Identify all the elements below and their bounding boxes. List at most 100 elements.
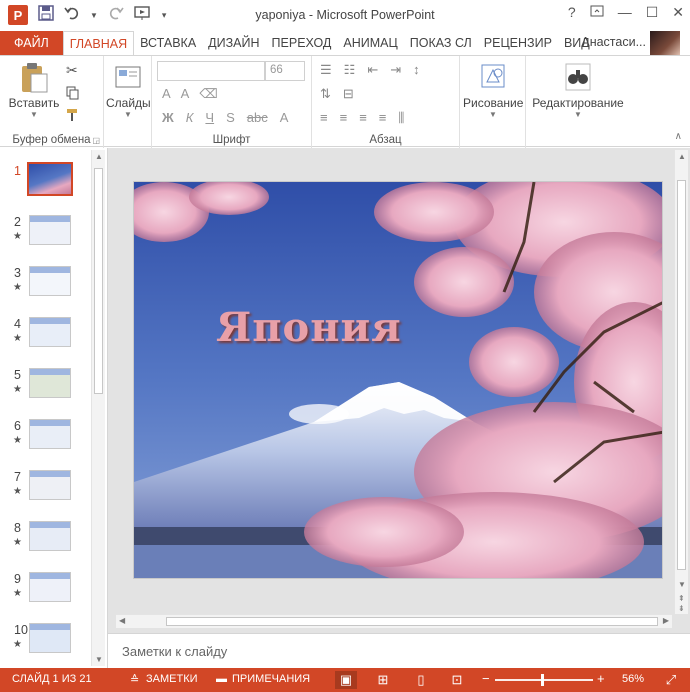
clear-formatting-icon[interactable]: ⌫ <box>199 86 217 102</box>
slide-thumbnail-image[interactable] <box>29 266 71 296</box>
italic-icon[interactable]: К <box>186 110 194 125</box>
maximize-button[interactable]: ☐ <box>646 4 659 21</box>
slide-thumbnail[interactable]: 1 <box>0 162 90 210</box>
slide-horizontal-scrollbar[interactable]: ◀ ▶ <box>116 614 672 628</box>
collapse-ribbon-icon[interactable]: ∧ <box>675 131 682 142</box>
scroll-down-icon[interactable]: ▼ <box>678 580 686 589</box>
fit-to-window-icon[interactable]: ⤢ <box>660 671 682 689</box>
zoom-slider[interactable] <box>495 679 593 681</box>
slide-thumbnail[interactable]: 3 ★ <box>0 266 90 312</box>
slide-thumbnail-image[interactable] <box>29 215 71 245</box>
increase-indent-icon[interactable]: ⇥ <box>390 62 401 78</box>
slide-thumbnail[interactable]: 6 ★ <box>0 419 90 465</box>
comments-icon[interactable]: ▬ <box>216 673 227 685</box>
cut-icon[interactable]: ✂ <box>66 62 78 79</box>
font-size-combo[interactable]: 66 <box>265 61 305 81</box>
slide-thumbnail[interactable]: 2 ★ <box>0 215 90 261</box>
slide-thumbnail[interactable]: 9 ★ <box>0 572 90 618</box>
slides-button[interactable]: Слайды ▼ <box>106 62 151 119</box>
align-center-icon[interactable]: ≡ <box>340 110 348 126</box>
drawing-button[interactable]: Рисование ▼ <box>463 62 523 119</box>
font-name-combo[interactable] <box>157 61 265 81</box>
normal-view-icon[interactable]: ▣ <box>335 671 357 689</box>
text-direction-icon[interactable]: ⇅ <box>320 86 331 102</box>
shadow-icon[interactable]: S <box>226 110 235 125</box>
bold-icon[interactable]: Ж <box>162 110 174 125</box>
paste-button[interactable]: Вставить ▼ <box>6 62 62 119</box>
slide-thumbnail-image[interactable] <box>29 317 71 347</box>
columns-icon[interactable]: ⫼ <box>398 110 404 126</box>
scrollbar-thumb[interactable] <box>94 168 103 394</box>
help-button[interactable]: ? <box>568 4 576 21</box>
slide-sorter-icon[interactable]: ⊞ <box>372 671 394 689</box>
slide-vertical-scrollbar[interactable]: ▲ ▼ ⇞ ⇟ <box>674 150 688 614</box>
scrollbar-thumb[interactable] <box>677 180 686 570</box>
ribbon-display-options-icon[interactable] <box>590 4 604 21</box>
scroll-left-icon[interactable]: ◀ <box>119 616 125 625</box>
close-button[interactable]: ✕ <box>672 4 684 21</box>
editing-button[interactable]: Редактирование ▼ <box>530 62 626 119</box>
tab-insert[interactable]: ВСТАВКА <box>134 31 202 55</box>
thumbnail-scrollbar[interactable]: ▲ ▼ <box>91 150 105 666</box>
notes-toggle-button[interactable]: ЗАМЕТКИ <box>146 673 198 685</box>
slide-thumbnail-image[interactable] <box>29 419 71 449</box>
scroll-down-icon[interactable]: ▼ <box>95 655 103 664</box>
strikethrough-icon[interactable]: abc <box>247 110 268 125</box>
scroll-up-icon[interactable]: ▲ <box>678 152 686 161</box>
line-spacing-icon[interactable]: ↕ <box>413 62 420 78</box>
numbering-icon[interactable]: ☷ <box>344 62 356 78</box>
decrease-indent-icon[interactable]: ⇤ <box>367 62 378 78</box>
tab-slideshow[interactable]: ПОКАЗ СЛ <box>404 31 478 55</box>
notes-placeholder[interactable]: Заметки к слайду <box>122 644 227 659</box>
slide-thumbnail-image[interactable] <box>29 572 71 602</box>
notes-toggle-icon[interactable]: ≙ <box>130 673 139 686</box>
slide-thumbnail[interactable]: 7 ★ <box>0 470 90 516</box>
slide-canvas[interactable]: Япония <box>133 181 663 579</box>
zoom-in-button[interactable]: + <box>597 671 605 686</box>
zoom-slider-handle[interactable] <box>541 674 544 686</box>
slide-thumbnail[interactable]: 10 ★ <box>0 623 90 669</box>
next-slide-icon[interactable]: ⇟ <box>678 604 685 613</box>
copy-icon[interactable] <box>66 86 80 103</box>
justify-icon[interactable]: ≡ <box>379 110 387 126</box>
tab-animations[interactable]: АНИМАЦ <box>337 31 403 55</box>
slide-thumbnail[interactable]: 4 ★ <box>0 317 90 363</box>
format-painter-icon[interactable] <box>66 108 80 125</box>
slide-thumbnail[interactable]: 5 ★ <box>0 368 90 414</box>
tab-file[interactable]: ФАЙЛ <box>0 31 63 55</box>
slideshow-view-icon[interactable]: ⊡ <box>446 671 468 689</box>
slide-thumbnail-image[interactable] <box>29 470 71 500</box>
slide-thumbnail-image[interactable] <box>29 623 71 653</box>
dialog-launcher-icon[interactable]: ◲ <box>92 136 100 145</box>
previous-slide-icon[interactable]: ⇞ <box>678 594 685 603</box>
font-color-icon[interactable]: A <box>280 110 289 125</box>
slide-thumbnail-image[interactable] <box>29 521 71 551</box>
align-text-icon[interactable]: ⊟ <box>343 86 354 102</box>
align-left-icon[interactable]: ≡ <box>320 110 328 126</box>
slide-thumbnail[interactable]: 8 ★ <box>0 521 90 567</box>
avatar[interactable] <box>650 31 680 55</box>
comments-button[interactable]: ПРИМЕЧАНИЯ <box>232 673 310 685</box>
tab-review[interactable]: РЕЦЕНЗИР <box>478 31 558 55</box>
scroll-up-icon[interactable]: ▲ <box>95 152 103 161</box>
bullets-icon[interactable]: ☰ <box>320 62 332 78</box>
align-right-icon[interactable]: ≡ <box>359 110 367 126</box>
tab-transitions[interactable]: ПЕРЕХОД <box>266 31 338 55</box>
editing-dropdown-icon: ▼ <box>574 110 582 119</box>
minimize-button[interactable]: — <box>618 4 632 21</box>
increase-font-icon[interactable]: A <box>162 86 171 102</box>
slide-thumbnail-image[interactable] <box>29 368 71 398</box>
tab-home[interactable]: ГЛАВНАЯ <box>62 31 135 55</box>
scroll-right-icon[interactable]: ▶ <box>663 616 669 625</box>
slide-thumbnail-image[interactable] <box>27 162 73 196</box>
notes-pane[interactable]: Заметки к слайду <box>108 633 690 669</box>
user-name[interactable]: Анастаси... <box>581 35 646 49</box>
scrollbar-thumb[interactable] <box>166 617 658 626</box>
zoom-out-button[interactable]: − <box>482 671 490 686</box>
decrease-font-icon[interactable]: A <box>181 86 190 102</box>
tab-design[interactable]: ДИЗАЙН <box>202 31 265 55</box>
slide-title[interactable]: Япония <box>216 304 402 351</box>
zoom-level[interactable]: 56% <box>622 673 644 685</box>
reading-view-icon[interactable]: ▯ <box>410 671 432 689</box>
underline-icon[interactable]: Ч <box>205 110 214 125</box>
